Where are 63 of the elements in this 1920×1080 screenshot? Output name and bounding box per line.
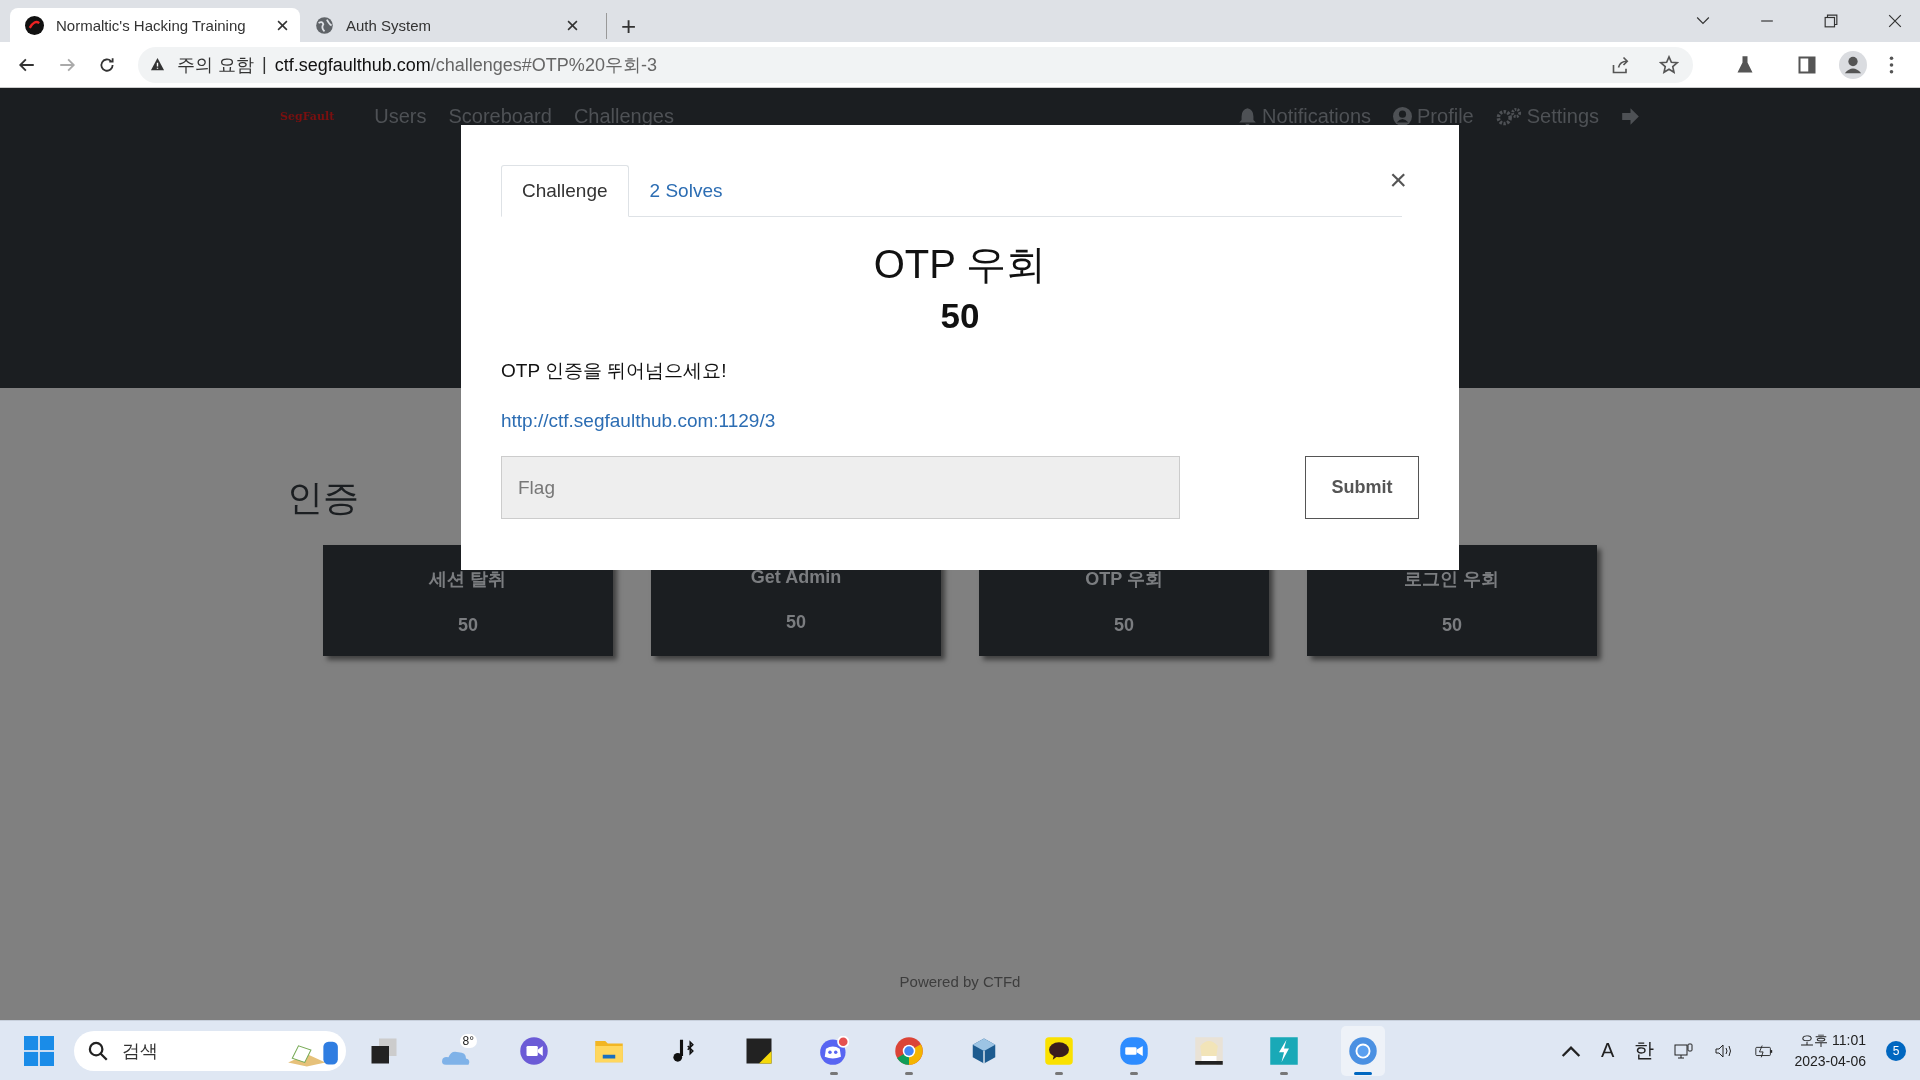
modal-tab[interactable]: 2 Solves — [628, 165, 744, 217]
challenge-link[interactable]: http://ctf.segfaulthub.com:1129/3 — [501, 410, 776, 432]
flag-input[interactable]: Flag — [501, 456, 1180, 519]
globe-icon — [315, 15, 334, 35]
close-button[interactable]: × — [1389, 163, 1407, 197]
user-icon — [1393, 106, 1413, 126]
close-icon[interactable] — [1888, 14, 1902, 28]
clock-date[interactable]: 2023-04-06 — [1794, 1053, 1866, 1069]
browser-icon[interactable] — [1348, 1035, 1378, 1066]
taskbar-button[interactable]: 8° — [441, 1025, 477, 1076]
close-icon[interactable] — [277, 19, 288, 31]
clock-time[interactable]: 오후 11:01 — [1800, 1032, 1866, 1050]
tab-title: Normaltic's Hacking Training — [56, 16, 247, 34]
reload-icon[interactable] — [98, 55, 116, 74]
new-tab-button[interactable]: + — [606, 13, 637, 39]
separator: | — [262, 54, 267, 75]
side-panel-icon[interactable] — [1797, 54, 1817, 75]
notification-badge[interactable]: 5 — [1886, 1040, 1906, 1061]
running-indicator — [1130, 1071, 1138, 1075]
bell-icon — [1238, 106, 1258, 126]
submit-button[interactable]: Submit — [1305, 456, 1419, 519]
url-text: ctf.segfaulthub.com/challenges#OTP%20우회-3 — [274, 53, 657, 77]
video-chat-icon[interactable] — [519, 1035, 549, 1066]
share-icon[interactable] — [1611, 54, 1631, 75]
close-icon[interactable] — [567, 19, 578, 31]
challenge-points: 50 — [939, 296, 981, 336]
logout-icon — [1621, 106, 1640, 126]
gears-icon — [1495, 106, 1522, 126]
challenge-description: OTP 인증을 뛰어넘으세요! — [501, 359, 728, 383]
input-mode-indicator[interactable]: A — [1601, 1039, 1615, 1062]
windows-start-icon[interactable] — [24, 1035, 54, 1066]
flask-icon[interactable] — [1735, 54, 1755, 75]
running-indicator — [1280, 1071, 1288, 1075]
chrome-icon[interactable] — [894, 1035, 924, 1066]
temperature-label: 8° — [459, 1033, 477, 1048]
browser-tab[interactable]: Normaltic's Hacking Training — [10, 8, 300, 42]
menu-icon[interactable] — [1889, 55, 1894, 74]
category-heading: 인증 — [287, 476, 359, 520]
logo-icon — [25, 15, 44, 35]
profile-avatar-icon[interactable] — [1839, 50, 1867, 79]
character-art-icon[interactable] — [1194, 1035, 1224, 1066]
running-indicator — [1055, 1071, 1063, 1075]
star-icon[interactable] — [1659, 54, 1679, 75]
language-indicator[interactable]: 한 — [1634, 1037, 1655, 1064]
challenge-title: OTP 우회 — [872, 241, 1048, 288]
game-controller-icon[interactable] — [819, 1035, 849, 1066]
browser-tab[interactable]: Auth System — [300, 8, 590, 42]
running-indicator — [905, 1071, 913, 1075]
video-camera-icon[interactable] — [1119, 1035, 1149, 1066]
security-warning: 주의 요함 — [177, 53, 254, 77]
running-indicator — [830, 1071, 838, 1075]
footer-text: Powered by CTFd — [898, 973, 1022, 990]
search-field[interactable]: 검색 — [74, 1030, 346, 1071]
tab-title: Auth System — [346, 16, 433, 34]
search-icon — [88, 1040, 108, 1061]
warning-icon — [150, 57, 165, 72]
speech-bubble-icon[interactable] — [1044, 1035, 1074, 1066]
network-icon[interactable] — [1674, 1041, 1695, 1060]
running-indicator — [1354, 1071, 1372, 1075]
address-bar[interactable]: 주의 요함 | ctf.segfaulthub.com/challenges#OTP%20우회-3 — [138, 46, 1693, 83]
modal-tab[interactable]: Challenge — [501, 165, 629, 217]
lightning-icon[interactable] — [1269, 1035, 1299, 1066]
restore-icon[interactable] — [1824, 14, 1838, 28]
